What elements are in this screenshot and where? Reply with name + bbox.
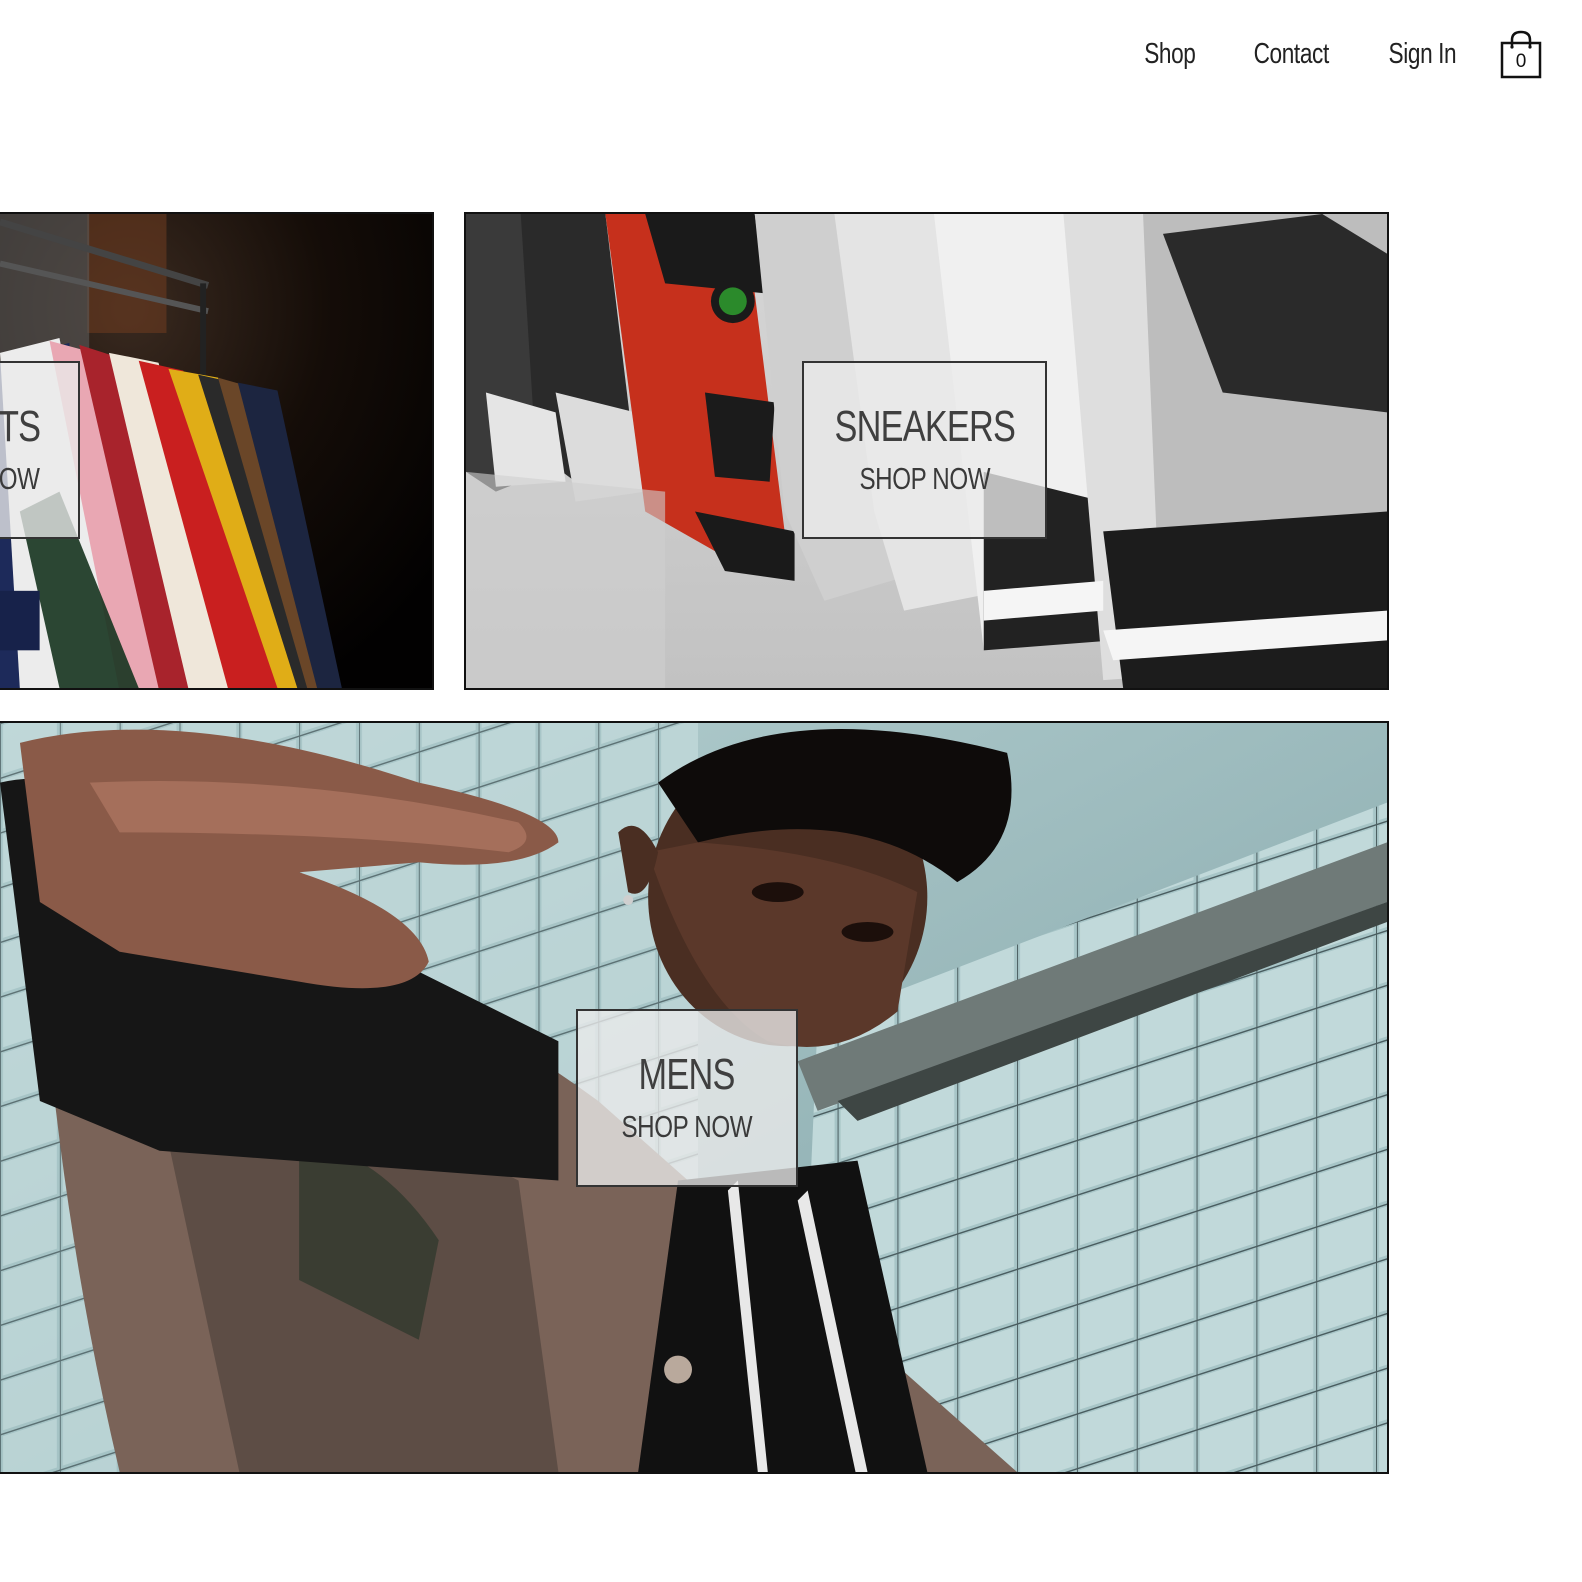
sneakers-label-box: SNEAKERS SHOP NOW xyxy=(802,361,1047,539)
cart-button[interactable]: 0 xyxy=(1500,29,1542,79)
nav-contact-link[interactable]: Contact xyxy=(1253,38,1329,71)
category-tile-sneakers[interactable]: SNEAKERS SHOP NOW xyxy=(464,212,1389,690)
nav-sign-in-link[interactable]: Sign In xyxy=(1389,38,1457,71)
jackets-label-box: TS OW xyxy=(0,361,80,539)
category-tile-mens[interactable]: MENS SHOP NOW xyxy=(0,721,1389,1474)
mens-title: MENS xyxy=(638,1049,736,1099)
mens-shop-now-link[interactable]: SHOP NOW xyxy=(622,1109,753,1145)
sneakers-title: SNEAKERS xyxy=(834,401,1015,451)
jackets-title: TS xyxy=(0,401,41,451)
cart-count: 0 xyxy=(1515,51,1527,72)
category-tile-jackets[interactable]: TS OW xyxy=(0,212,434,690)
jackets-shop-now-link[interactable]: OW xyxy=(0,461,40,497)
nav-shop-link[interactable]: Shop xyxy=(1144,38,1196,71)
top-nav: Shop Contact Sign In 0 xyxy=(1131,26,1542,82)
sneakers-shop-now-link[interactable]: SHOP NOW xyxy=(859,461,990,497)
page: Shop Contact Sign In 0 TS OW SNEAKERS SH… xyxy=(0,0,1582,1582)
mens-label-box: MENS SHOP NOW xyxy=(576,1009,798,1187)
